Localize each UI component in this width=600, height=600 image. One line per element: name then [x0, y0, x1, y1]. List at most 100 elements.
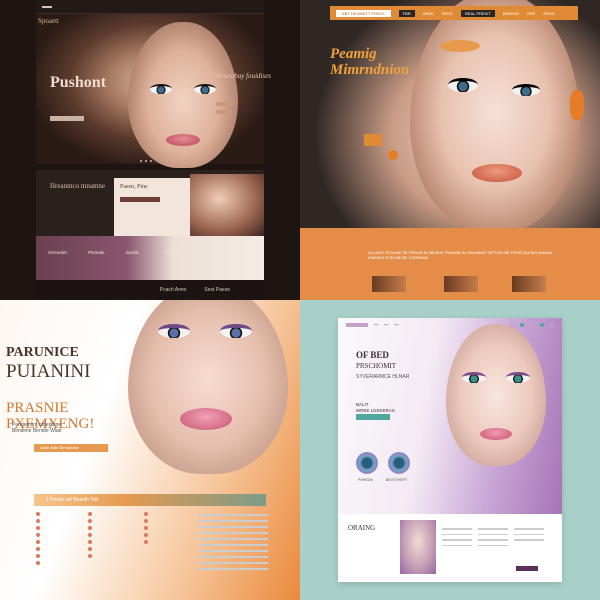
nav-link[interactable]: ━━ [394, 323, 398, 327]
nav-link[interactable]: FBR [398, 9, 415, 17]
hero-subtitle: SYVERARMCE HLNAR [356, 374, 409, 380]
nav-link[interactable]: ERE [527, 11, 535, 16]
list-item[interactable] [144, 533, 204, 537]
footer-link[interactable]: Pcach Anno [160, 287, 187, 293]
paint-splash [570, 90, 584, 120]
hero-cta-button[interactable] [364, 134, 382, 146]
service-circle[interactable] [388, 452, 410, 474]
nav-link[interactable]: ERCE [442, 11, 453, 16]
nav-link[interactable]: REAL PREIVT [460, 9, 495, 17]
social-icon[interactable] [550, 323, 554, 327]
social-icon[interactable] [520, 323, 524, 327]
side-button[interactable] [216, 102, 232, 106]
list-item[interactable] [36, 519, 96, 523]
list-item[interactable] [88, 547, 148, 551]
carousel-dots[interactable] [140, 160, 152, 162]
list-item[interactable] [36, 526, 96, 530]
mockup-white-orange: PARUNICE PUIANINI PRASNIE PXEMXENG! Pend… [0, 300, 300, 600]
cta-button[interactable] [356, 414, 390, 420]
list-item[interactable] [88, 526, 148, 530]
list-item[interactable] [36, 554, 96, 558]
social-icon[interactable] [510, 323, 514, 327]
nav-button[interactable]: ABT DEVAINTT PHRLS [336, 9, 391, 17]
feature-model-image [190, 174, 264, 236]
hero-title-line: Peamig [330, 46, 377, 62]
section-title: ORAING [348, 524, 376, 532]
nav-link[interactable]: PBOS [543, 11, 554, 16]
list-item[interactable] [144, 519, 204, 523]
mockup-dark-brown: Spoaett Pushont Abonabay fouidises Hrean… [0, 0, 300, 300]
category-column[interactable]: Grenedet [48, 250, 67, 256]
hero-banner: ━━ ━━ ━━ OF BED PRSCHOMIT SYVERARMCE HLN… [338, 318, 562, 514]
service-list [144, 512, 204, 547]
gallery-thumbnail[interactable] [444, 276, 478, 292]
site-logo[interactable]: Spoaett [38, 17, 59, 25]
section-title: BALIT WREE LNSKERAS [356, 402, 395, 413]
gallery-thumbnail[interactable] [372, 276, 406, 292]
nav-link[interactable]: BERADE [503, 11, 519, 16]
service-list [88, 512, 148, 561]
lips [472, 164, 522, 182]
list-item[interactable] [88, 533, 148, 537]
hero-model-image [128, 300, 288, 474]
hero-cta-button[interactable]: Adlte Attte Brrnilbrane [34, 444, 108, 452]
section-header-bar: 1 Poultn wit Beaolh Tolt [34, 494, 266, 506]
category-column[interactable]: Hluauue [164, 250, 181, 256]
text-column [198, 514, 268, 574]
eye [194, 84, 216, 94]
nav-button[interactable] [42, 5, 52, 8]
mockup-grid: Spoaett Pushont Abonabay fouidises Hrean… [0, 0, 600, 600]
nav-link[interactable]: ━━ [374, 323, 378, 327]
list-item[interactable] [88, 554, 148, 558]
list-item[interactable] [36, 540, 96, 544]
nav-link[interactable]: ━━ [384, 323, 388, 327]
list-item[interactable] [88, 519, 148, 523]
nav-link[interactable]: ARDE [423, 11, 434, 16]
footer-link[interactable]: Sest Paese [204, 287, 230, 293]
top-nav [36, 0, 264, 14]
lips [480, 428, 512, 440]
paint-splash [388, 150, 398, 160]
feature-title: Hreanmco mnamne [50, 182, 106, 190]
service-circle[interactable] [356, 452, 378, 474]
hero-title-line: Mimrndnion [330, 62, 410, 78]
hero-input[interactable] [50, 116, 84, 121]
list-item[interactable] [36, 547, 96, 551]
list-item[interactable] [36, 533, 96, 537]
orange-info-band: ALLANG TEGANE SE PRAUE AL BEMOE PANANE A… [300, 228, 600, 300]
category-column[interactable]: Plonnde [88, 250, 105, 256]
eye [512, 84, 540, 96]
hero-title: PARUNICE [6, 345, 79, 360]
side-button[interactable] [216, 110, 232, 114]
hero-tagline: Pendemitrn ofbedotne Blmdime Bendte Wlat… [12, 422, 62, 434]
social-icon[interactable] [540, 323, 544, 327]
eye [220, 324, 252, 338]
mockup-mint-purple: ━━ ━━ ━━ OF BED PRSCHOMIT SYVERARMCE HLN… [300, 300, 600, 600]
list-item[interactable] [36, 561, 96, 565]
hero-title: OF BED [356, 350, 389, 360]
hero-model-image [128, 22, 238, 168]
paint-splash [440, 40, 480, 52]
list-item[interactable] [88, 540, 148, 544]
lips [166, 134, 200, 146]
list-item[interactable] [88, 512, 148, 516]
model-thumbnail[interactable] [400, 520, 436, 574]
category-band: Grenedet Plonnde Bande Hluauue [36, 236, 264, 280]
text-column [478, 528, 508, 550]
list-item[interactable] [144, 526, 204, 530]
gallery-thumbnail[interactable] [512, 276, 546, 292]
brand-logo[interactable] [346, 323, 368, 327]
category-column[interactable]: Bande [126, 250, 139, 256]
eye [462, 372, 486, 383]
list-item[interactable] [36, 512, 96, 516]
circle-label: PHRSON [358, 478, 373, 482]
hero-model-image [410, 0, 580, 232]
social-icon[interactable] [530, 323, 534, 327]
service-list [36, 512, 96, 568]
list-item[interactable] [144, 512, 204, 516]
circle-label: BEVOTHEPT [386, 478, 408, 482]
list-item[interactable] [144, 540, 204, 544]
lower-button[interactable] [516, 566, 538, 571]
card-button[interactable] [120, 197, 160, 202]
lower-section: ORAING [338, 514, 562, 582]
